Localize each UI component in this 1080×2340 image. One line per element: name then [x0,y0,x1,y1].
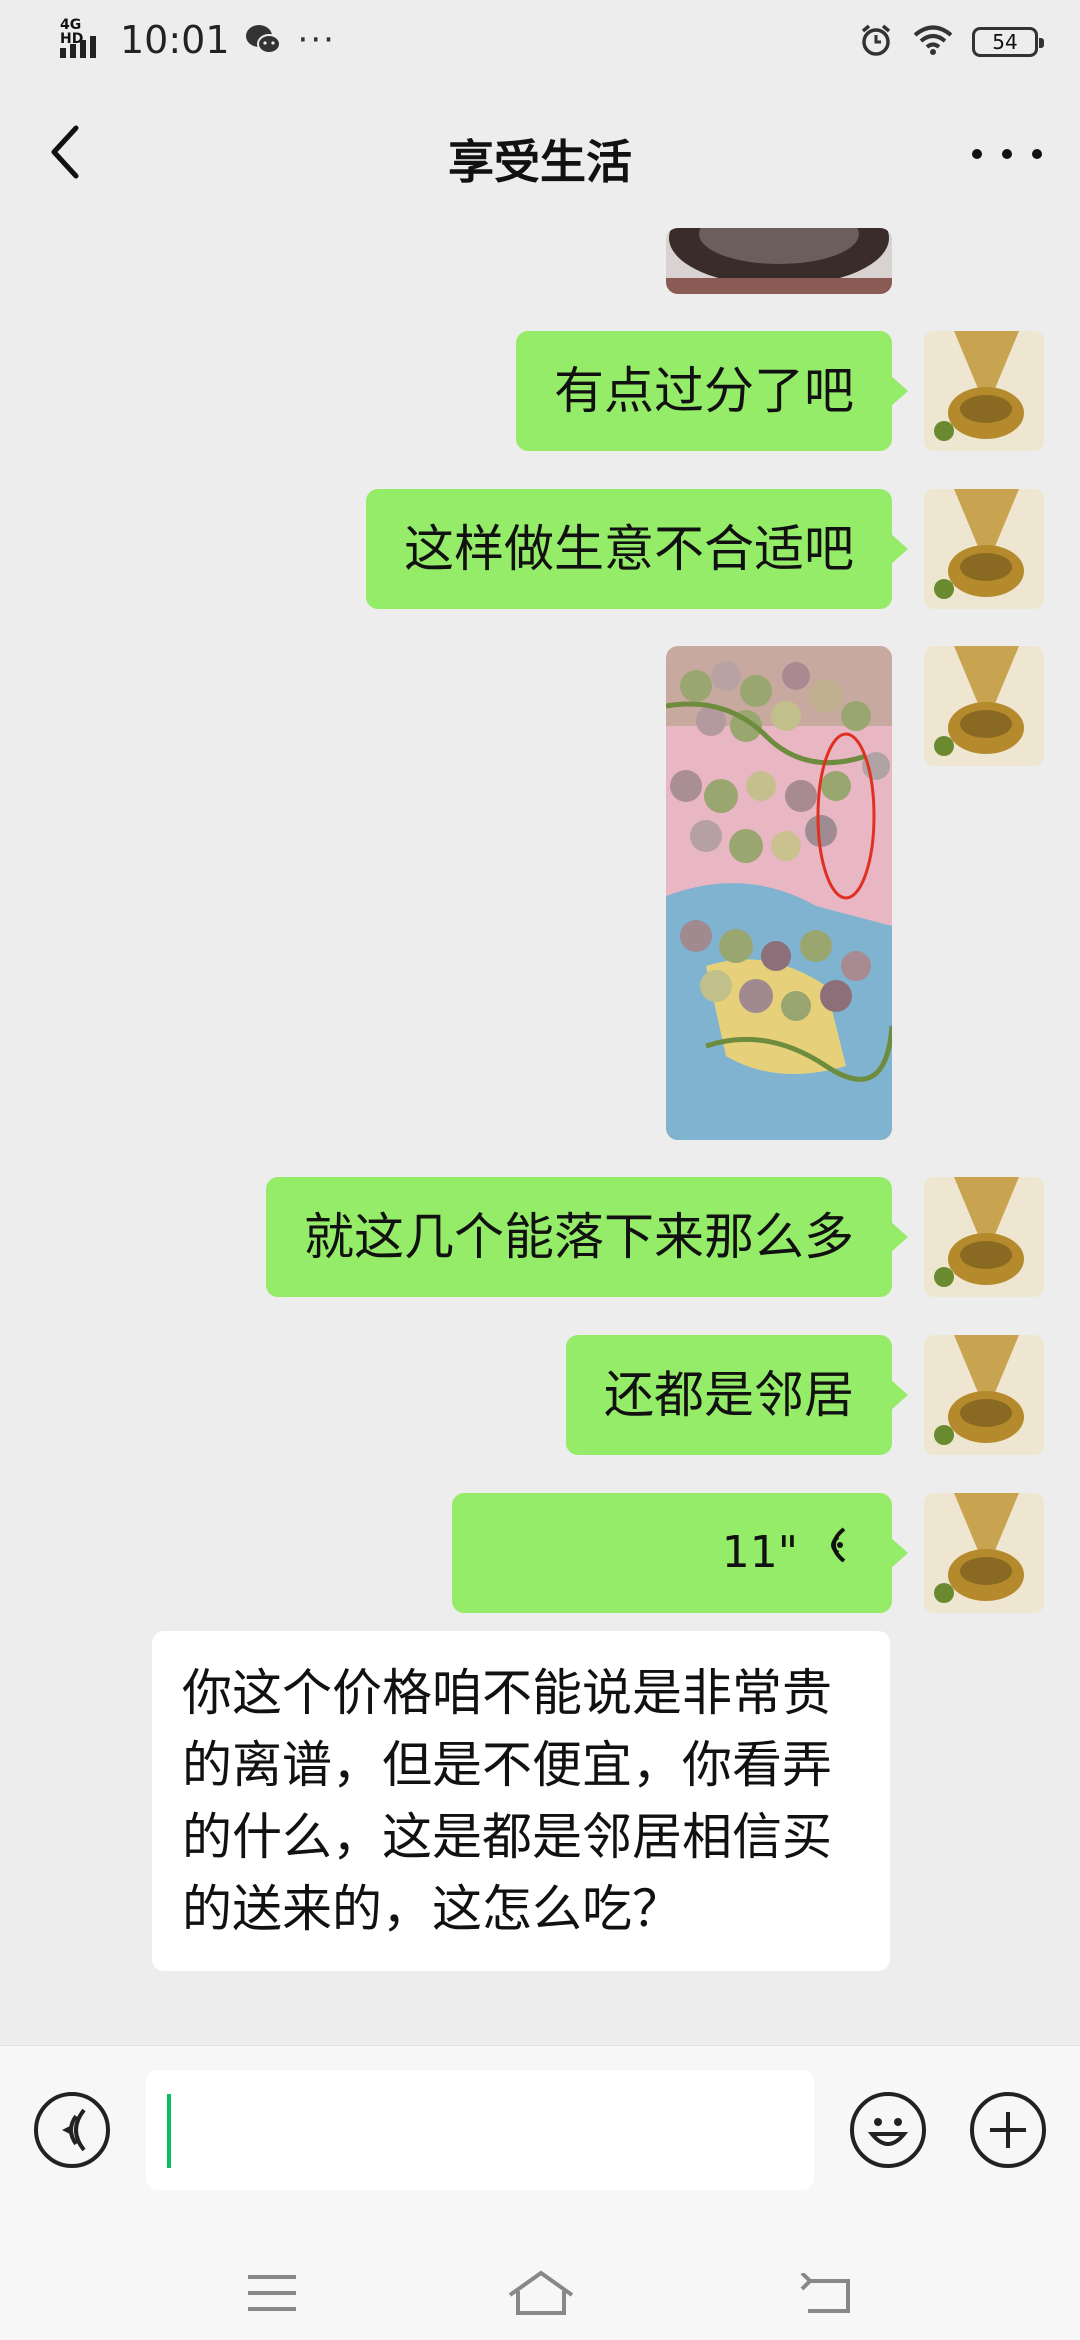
avatar[interactable] [924,646,1044,766]
more-dots-icon: ··· [297,20,336,60]
more-icon[interactable] [972,124,1042,184]
input-bar [0,2045,1080,2256]
signal-icon: 4G HD [60,18,108,62]
system-navigation-bar [0,2255,1080,2340]
voice-wave-icon [818,1493,854,1613]
battery-level: 54 [992,30,1018,54]
status-bar: 4G HD 10:01 ··· 54 [0,0,1080,82]
battery-icon: 54 [972,27,1044,57]
avatar[interactable] [924,331,1044,451]
chat-header: 享受生活 [0,82,1080,228]
image-message[interactable] [666,646,892,1140]
plus-icon[interactable] [970,2092,1046,2168]
status-time: 10:01 [120,18,230,62]
avatar[interactable] [924,489,1044,609]
voice-icon[interactable] [34,2092,110,2168]
voice-message[interactable]: 11" [452,1493,908,1613]
wifi-icon [912,24,954,60]
voice-duration: 11" [721,1527,798,1578]
outgoing-text-bubble[interactable]: 有点过分了吧 [516,331,908,451]
outgoing-text-bubble[interactable]: 就这几个能落下来那么多 [266,1177,908,1297]
avatar[interactable] [924,1177,1044,1297]
outgoing-text-bubble[interactable]: 还都是邻居 [566,1335,908,1455]
incoming-text-bubble[interactable]: 你这个价格咱不能说是非常贵的离谱，但是不便宜，你看弄的什么，这是都是邻居相信买的… [152,1631,890,1971]
alarm-icon [858,22,894,62]
page-title: 享受生活 [448,135,632,189]
outgoing-text-bubble[interactable]: 这样做生意不合适吧 [366,489,908,609]
message-list[interactable]: 有点过分了吧 这样做生意不合适吧 就这几个能落下来那么多 还都是邻居 11" 你… [0,228,1080,2045]
home-icon[interactable] [506,2269,576,2321]
wechat-icon [244,23,282,57]
avatar[interactable] [924,1493,1044,1613]
text-caret [167,2094,171,2168]
back-icon[interactable] [796,2271,854,2319]
avatar[interactable] [924,1335,1044,1455]
image-message[interactable] [666,228,892,294]
menu-icon[interactable] [246,2273,298,2317]
message-input[interactable] [146,2070,814,2190]
emoji-icon[interactable] [850,2092,926,2168]
